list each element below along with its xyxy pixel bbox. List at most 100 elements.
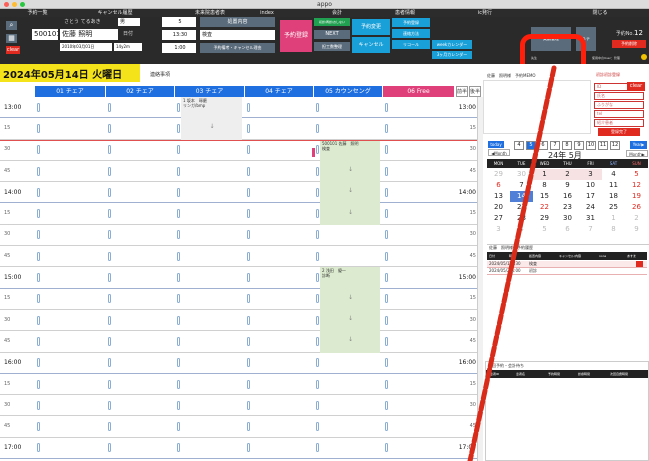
birthdate-field[interactable]: 2010年03月01日 xyxy=(60,43,112,51)
slot-handle[interactable] xyxy=(247,422,250,432)
menu-patient-info[interactable]: 患者情報 xyxy=(385,9,425,17)
calendar-day[interactable]: 2 xyxy=(625,213,648,224)
slot-handle[interactable] xyxy=(177,294,180,304)
calendar-day[interactable]: 14 xyxy=(510,191,533,202)
slot-handle[interactable] xyxy=(108,379,111,389)
calendar-day[interactable]: 25 xyxy=(602,202,625,213)
name-field[interactable]: 氏名 xyxy=(594,92,644,100)
slot-handle[interactable] xyxy=(247,102,250,112)
slot-handle[interactable] xyxy=(177,443,180,453)
calendar-day[interactable]: 11 xyxy=(602,180,625,191)
calendar-day[interactable]: 2 xyxy=(556,169,579,180)
slot-handle[interactable] xyxy=(385,123,388,133)
age-field[interactable]: 14y2m xyxy=(114,43,142,51)
calendar-day[interactable]: 30 xyxy=(510,169,533,180)
calendar-day[interactable]: 15 xyxy=(533,191,556,202)
calendar-day[interactable]: 26 xyxy=(625,202,648,213)
slot-handle[interactable] xyxy=(37,400,40,410)
patient-id-field[interactable]: 500101 xyxy=(32,29,58,40)
slot-handle[interactable] xyxy=(37,443,40,453)
slot-handle[interactable] xyxy=(247,336,250,346)
tel-field[interactable]: tel xyxy=(594,110,644,118)
calendar-day[interactable]: 28 xyxy=(510,213,533,224)
slot-handle[interactable] xyxy=(37,379,40,389)
time-field[interactable]: 13:30 xyxy=(162,30,196,40)
slot-handle[interactable] xyxy=(37,123,40,133)
slot-handle[interactable] xyxy=(385,273,388,283)
three-month-calendar-button[interactable]: 3ヶ月カレンダー xyxy=(432,51,472,59)
calendar-day[interactable]: 21 xyxy=(510,202,533,213)
slot-handle[interactable] xyxy=(177,209,180,219)
calendar-day[interactable]: 30 xyxy=(556,213,579,224)
slot-handle[interactable] xyxy=(108,251,111,261)
slot-handle[interactable] xyxy=(177,400,180,410)
calendar-day[interactable]: 4 xyxy=(510,224,533,235)
slot-handle[interactable] xyxy=(385,422,388,432)
calendar-day[interactable]: 10 xyxy=(579,180,602,191)
menu-no-visit-list[interactable]: 未来院患者表 xyxy=(180,9,240,17)
register-button[interactable]: 予約登録 xyxy=(280,20,312,52)
patient-name-field[interactable]: 佐藤 照明 xyxy=(60,29,118,40)
slot-handle[interactable] xyxy=(108,422,111,432)
calendar-day[interactable]: 16 xyxy=(556,191,579,202)
slot-handle[interactable] xyxy=(108,123,111,133)
calendar-day[interactable]: 12 xyxy=(625,180,648,191)
slot-handle[interactable] xyxy=(247,123,250,133)
menu-accounting[interactable]: 会計 xyxy=(322,9,352,17)
slot-handle[interactable] xyxy=(316,251,319,261)
slot-handle[interactable] xyxy=(316,358,319,368)
slot-handle[interactable] xyxy=(108,209,111,219)
slot-handle[interactable] xyxy=(316,230,319,240)
change-button[interactable]: 予約変更 xyxy=(352,19,390,35)
slot-handle[interactable] xyxy=(316,400,319,410)
column-header[interactable]: 03 チェア xyxy=(175,86,244,97)
slot-handle[interactable] xyxy=(177,166,180,176)
calendar-day[interactable]: 6 xyxy=(487,180,510,191)
duration-field[interactable]: 5 xyxy=(162,17,196,27)
slot-handle[interactable] xyxy=(37,422,40,432)
slot-handle[interactable] xyxy=(108,443,111,453)
slot-handle[interactable] xyxy=(385,251,388,261)
slot-handle[interactable] xyxy=(177,358,180,368)
calendar-day[interactable]: 19 xyxy=(625,191,648,202)
slot-handle[interactable] xyxy=(247,251,250,261)
slot-handle[interactable] xyxy=(177,145,180,155)
cancel-button[interactable]: キャンセル xyxy=(352,37,390,53)
calendar-day[interactable]: 3 xyxy=(579,169,602,180)
slot-handle[interactable] xyxy=(108,273,111,283)
calendar-day[interactable]: 3 xyxy=(487,224,510,235)
calendar-day[interactable]: 8 xyxy=(602,224,625,235)
slot-handle[interactable] xyxy=(37,230,40,240)
calendar-day[interactable]: 7 xyxy=(579,224,602,235)
slot-handle[interactable] xyxy=(316,123,319,133)
slot-handle[interactable] xyxy=(247,443,250,453)
slot-handle[interactable] xyxy=(108,294,111,304)
slot-handle[interactable] xyxy=(177,102,180,112)
reservation-button[interactable]: 予約登録 xyxy=(392,18,430,27)
slot-handle[interactable] xyxy=(385,230,388,240)
calendar-day[interactable]: 9 xyxy=(625,224,648,235)
slot-handle[interactable] xyxy=(177,379,180,389)
slot-handle[interactable] xyxy=(177,315,180,325)
slot-handle[interactable] xyxy=(177,251,180,261)
slot-handle[interactable] xyxy=(316,379,319,389)
calendar-day[interactable]: 17 xyxy=(579,191,602,202)
slot-handle[interactable] xyxy=(316,422,319,432)
slot-handle[interactable] xyxy=(37,166,40,176)
slot-handle[interactable] xyxy=(385,315,388,325)
new-patient-clear-button[interactable]: clear xyxy=(627,82,645,91)
slot-handle[interactable] xyxy=(385,209,388,219)
slot-handle[interactable] xyxy=(37,145,40,155)
calendar-day[interactable]: 7 xyxy=(510,180,533,191)
slot-handle[interactable] xyxy=(316,336,319,346)
appointment-block[interactable]: 1 坂本 琢磨 リンガ/bmp xyxy=(181,97,242,140)
slot-handle[interactable] xyxy=(385,166,388,176)
slot-handle[interactable] xyxy=(247,273,250,283)
column-header[interactable]: 04 チェア xyxy=(245,86,313,97)
menu-ic-issue[interactable]: ic発行 xyxy=(465,9,505,17)
calendar-icon[interactable]: ▦ xyxy=(6,34,17,43)
slot-handle[interactable] xyxy=(177,123,180,133)
slot-handle[interactable] xyxy=(385,102,388,112)
slot-handle[interactable] xyxy=(247,145,250,155)
slot-handle[interactable] xyxy=(108,145,111,155)
